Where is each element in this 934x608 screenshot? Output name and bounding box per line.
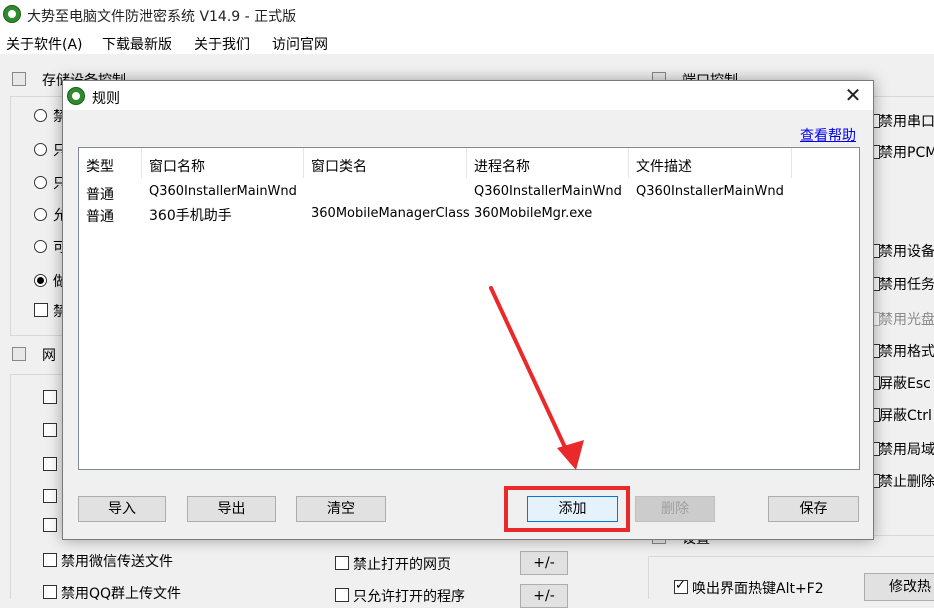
allow-program-label: 只允许打开的程序 (353, 589, 465, 605)
header-separator[interactable] (303, 148, 304, 178)
column-header-window-name[interactable]: 窗口名称 (149, 156, 205, 176)
disable-cdrom-label: 禁用光盘 (879, 312, 934, 328)
block-webpage-label: 禁止打开的网页 (353, 557, 451, 573)
app-logo-icon (3, 5, 21, 23)
network-checkbox-4[interactable] (43, 489, 57, 503)
qq-group-upload-label: 禁用QQ群上传文件 (61, 586, 182, 602)
network-checkbox-1[interactable] (43, 390, 57, 404)
network-group-icon (12, 347, 26, 361)
storage-group-icon (12, 72, 26, 86)
row-2-window-class: 360MobileManagerClass (311, 206, 470, 221)
save-button[interactable]: 保存 (768, 496, 859, 522)
row-2-process-name: 360MobileMgr.exe (474, 206, 593, 221)
row-1-process-name: Q360InstallerMainWnd (474, 184, 622, 199)
row-1-type[interactable]: 普通 (86, 184, 114, 204)
block-esc-label: 屏蔽Esc (879, 376, 931, 392)
wechat-transfer-label: 禁用微信传送文件 (61, 554, 173, 570)
network-checkbox-2[interactable] (43, 423, 57, 437)
import-button[interactable]: 导入 (78, 496, 166, 522)
program-plus-minus-button[interactable]: +/- (520, 584, 568, 608)
column-header-type[interactable]: 类型 (86, 156, 114, 176)
red-arrow-annotation (489, 286, 584, 470)
delete-button[interactable]: 删除 (635, 496, 715, 522)
modify-hotkey-button[interactable]: 修改热 (864, 573, 934, 601)
disable-serial-label: 禁用串口 (879, 114, 934, 130)
webpage-plus-minus-button[interactable]: +/- (520, 551, 568, 575)
forbid-delete-label: 禁止删除 (879, 474, 934, 490)
disable-device-label: 禁用设备 (879, 244, 934, 260)
app-title: 大势至电脑文件防泄密系统 V14.9 - 正式版 (27, 9, 297, 25)
storage-radio-3[interactable] (34, 176, 47, 189)
menu-about-software[interactable]: 关于软件(A) (6, 34, 83, 54)
block-webpage-checkbox[interactable] (335, 556, 349, 570)
storage-radio-5[interactable] (34, 240, 47, 253)
view-help-link[interactable]: 查看帮助 (800, 125, 856, 145)
row-1-file-description: Q360InstallerMainWnd (636, 184, 784, 199)
menu-visit-website[interactable]: 访问官网 (272, 34, 328, 54)
add-button-highlight (504, 486, 630, 532)
row-1-window-name: Q360InstallerMainWnd (149, 184, 297, 199)
hotkey-label: 唤出界面热键Alt+F2 (692, 581, 824, 597)
menu-download-latest[interactable]: 下载最新版 (102, 34, 172, 54)
storage-radio-2[interactable] (34, 143, 47, 156)
rule-dialog-titlebar (63, 81, 873, 110)
rule-dialog-title: 规则 (92, 91, 120, 107)
header-separator[interactable] (141, 148, 142, 178)
storage-radio-4[interactable] (34, 208, 47, 221)
qq-group-upload-checkbox[interactable] (43, 585, 57, 599)
clear-button[interactable]: 清空 (296, 496, 386, 522)
disable-task-label: 禁用任务 (879, 277, 934, 293)
column-header-process-name[interactable]: 进程名称 (474, 156, 530, 176)
column-header-window-class[interactable]: 窗口类名 (311, 156, 367, 176)
close-icon[interactable]: ✕ (843, 83, 863, 107)
rule-dialog-logo-icon (67, 87, 85, 105)
network-checkbox-5[interactable] (43, 518, 57, 532)
export-button[interactable]: 导出 (187, 496, 276, 522)
storage-checkbox[interactable] (34, 303, 48, 317)
disable-lan-label: 禁用局域 (879, 442, 934, 458)
disable-pcm-label: 禁用PCM (879, 145, 934, 161)
storage-radio-1[interactable] (34, 109, 47, 122)
header-separator[interactable] (466, 148, 467, 178)
network-checkbox-3[interactable] (43, 457, 57, 471)
disable-format-label: 禁用格式 (879, 344, 934, 360)
menu-about-us[interactable]: 关于我们 (194, 34, 250, 54)
storage-radio-6[interactable] (34, 274, 47, 287)
network-group-title: 网 (42, 348, 56, 364)
row-2-window-name: 360手机助手 (149, 208, 232, 224)
row-2-type[interactable]: 普通 (86, 206, 114, 226)
header-separator[interactable] (791, 148, 792, 178)
wechat-transfer-checkbox[interactable] (43, 553, 57, 567)
column-header-file-description[interactable]: 文件描述 (636, 156, 692, 176)
header-separator[interactable] (628, 148, 629, 178)
allow-program-checkbox[interactable] (335, 588, 349, 602)
hotkey-checkbox[interactable] (674, 578, 688, 594)
block-ctrl-label: 屏蔽Ctrl (879, 408, 932, 424)
